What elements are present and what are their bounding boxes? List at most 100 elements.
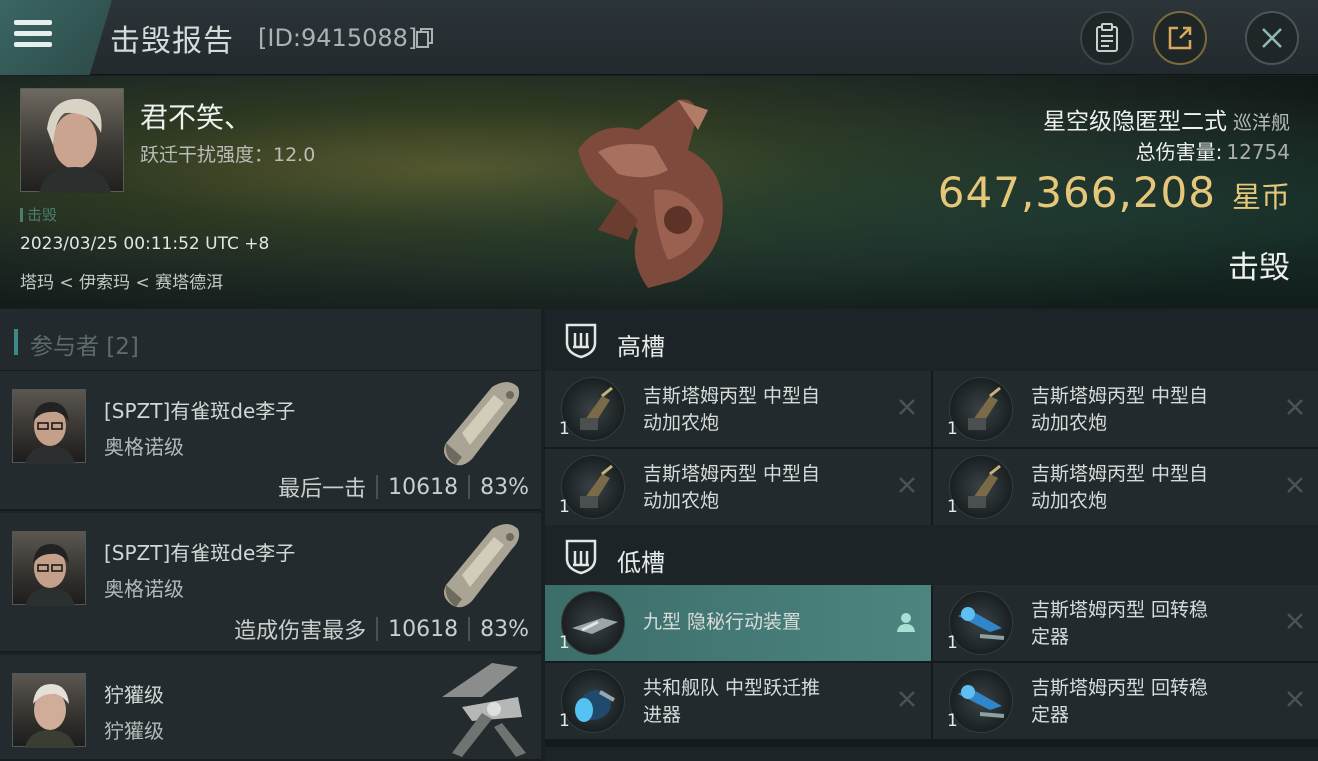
top-bar: 击毁报告 [ID:9415088] [0, 0, 1318, 75]
portrait-icon [25, 684, 75, 748]
high-slot-label: 高槽 [617, 333, 665, 361]
remove-icon[interactable] [897, 475, 917, 495]
divider [468, 617, 471, 641]
module-item[interactable]: 1 吉斯塔姆丙型 回转稳 定器 [933, 585, 1318, 661]
gyrostabilizer-icon [949, 669, 1013, 733]
autocannon-icon [561, 455, 625, 519]
module-name: 吉斯塔姆丙型 中型自 动加农炮 [643, 461, 863, 515]
autocannon-icon [561, 377, 625, 441]
pilot-icon[interactable] [895, 611, 917, 633]
participant-ship-image [444, 382, 520, 466]
module-name-line: 吉斯塔姆丙型 中型自 [643, 385, 821, 407]
ship-class: 巡洋舰 [1232, 112, 1290, 134]
module-item[interactable]: 1 吉斯塔姆丙型 回转稳 定器 [933, 663, 1318, 739]
remove-icon[interactable] [1285, 397, 1305, 417]
report-id: [ID:9415088] [258, 24, 418, 52]
close-button[interactable] [1245, 11, 1299, 65]
clipboard-button[interactable] [1080, 11, 1134, 65]
ship-type-name: 星空级隐匿型二式 [1042, 109, 1227, 135]
participants-header: 参与者 [2] [0, 309, 541, 371]
module-item[interactable]: 1 吉斯塔姆丙型 中型自 动加农炮 [545, 371, 931, 447]
participant-stats: 造成伤害最多 10618 83% [234, 613, 529, 645]
participant-percent: 83% [480, 616, 529, 642]
portrait-icon [39, 98, 111, 193]
divider [376, 617, 379, 641]
clipboard-icon [1096, 23, 1118, 52]
module-name: 九型 隐秘行动装置 [643, 609, 863, 636]
remove-icon[interactable] [897, 397, 917, 417]
cloak-icon [561, 591, 625, 655]
kill-time: 2023/03/25 00:11:52 UTC +8 [20, 234, 270, 254]
participant-ship-image [442, 663, 526, 757]
module-name: 吉斯塔姆丙型 中型自 动加农炮 [1031, 383, 1251, 437]
participant-row[interactable]: [SPZT]有雀斑de李子 奥格诺级 最后一击 10618 83% [0, 371, 541, 511]
module-item-selected[interactable]: 1 九型 隐秘行动装置 [545, 585, 931, 661]
module-name-line: 定器 [1031, 626, 1070, 648]
module-qty: 1 [559, 711, 570, 731]
module-item[interactable]: 1 吉斯塔姆丙型 中型自 动加农炮 [933, 371, 1318, 447]
participant-avatar[interactable] [12, 389, 86, 464]
fitting-panel: 高槽 1 吉斯塔姆丙型 中型自 动加农炮 1 吉斯塔姆丙型 中型自 动加农炮 1 吉… [545, 309, 1318, 761]
module-item[interactable]: 1 吉斯塔姆丙型 中型自 动加农炮 [933, 449, 1318, 525]
share-icon [1168, 26, 1192, 50]
module-qty: 1 [947, 633, 958, 653]
victim-ship-name: 星空级隐匿型二式 巡洋舰 [1043, 102, 1290, 136]
module-qty: 1 [559, 419, 570, 439]
remove-icon[interactable] [1285, 475, 1305, 495]
share-button[interactable] [1153, 11, 1207, 65]
participant-ship-image [444, 524, 520, 608]
module-name-line: 吉斯塔姆丙型 中型自 [1031, 463, 1209, 485]
module-item[interactable]: 1 吉斯塔姆丙型 中型自 动加农炮 [545, 449, 931, 525]
kill-banner: 君不笑、 跃迁干扰强度：12.0 击毁 2023/03/25 00:11:52 … [0, 76, 1318, 308]
isk-value: 647,366,208 星币 [938, 168, 1290, 217]
afterburner-icon [561, 669, 625, 733]
module-name: 共和舰队 中型跃迁推 进器 [643, 675, 863, 729]
page-title: 击毁报告 [110, 24, 234, 59]
module-name-line: 定器 [1031, 704, 1070, 726]
shield-slot-icon [565, 323, 597, 359]
module-qty: 1 [559, 497, 570, 517]
participant-name: [SPZT]有雀斑de李子 [104, 399, 296, 423]
module-name-line: 动加农炮 [643, 490, 720, 512]
module-name: 吉斯塔姆丙型 中型自 动加农炮 [1031, 461, 1251, 515]
module-name-line: 吉斯塔姆丙型 回转稳 [1031, 599, 1209, 621]
module-name-line: 动加农炮 [643, 412, 720, 434]
participant-stats: 最后一击 10618 83% [278, 471, 529, 503]
isk-unit: 星币 [1231, 180, 1290, 214]
module-name: 吉斯塔姆丙型 中型自 动加农炮 [643, 383, 863, 437]
header-accent [14, 329, 18, 355]
module-name-line: 动加农炮 [1031, 412, 1108, 434]
participant-ship: 狞獾级 [104, 719, 164, 743]
portrait-icon [25, 544, 75, 606]
participant-avatar[interactable] [12, 673, 86, 748]
close-icon [1262, 28, 1282, 48]
remove-icon[interactable] [1285, 689, 1305, 709]
participant-row[interactable]: [SPZT]有雀斑de李子 奥格诺级 造成伤害最多 10618 83% [0, 513, 541, 653]
victim-avatar[interactable] [20, 88, 124, 193]
gyrostabilizer-icon [949, 591, 1013, 655]
low-slot-label: 低槽 [617, 549, 665, 577]
isk-value-number: 647,366,208 [937, 168, 1216, 217]
copy-icon[interactable] [416, 27, 434, 49]
participant-note: 造成伤害最多 [234, 619, 367, 644]
module-name-line: 吉斯塔姆丙型 回转稳 [1031, 677, 1209, 699]
module-name-line: 吉斯塔姆丙型 中型自 [643, 463, 821, 485]
module-name: 吉斯塔姆丙型 回转稳 定器 [1031, 675, 1251, 729]
module-item[interactable]: 1 共和舰队 中型跃迁推 进器 [545, 663, 931, 739]
remove-icon[interactable] [1285, 611, 1305, 631]
module-name-line: 共和舰队 中型跃迁推 [643, 677, 821, 699]
victim-ship-image [578, 99, 723, 288]
warp-scramble-stat: 跃迁干扰强度：12.0 [140, 144, 316, 166]
low-slot-header: 低槽 [545, 525, 1318, 587]
participant-name: 狞獾级 [104, 683, 164, 707]
module-qty: 1 [947, 419, 958, 439]
module-name-line: 吉斯塔姆丙型 中型自 [1031, 385, 1209, 407]
remove-icon[interactable] [897, 689, 917, 709]
next-slot-header-partial [545, 747, 1318, 761]
participant-damage: 10618 [388, 616, 459, 642]
participant-row[interactable]: 狞獾级 狞獾级 [0, 655, 541, 761]
module-qty: 1 [947, 497, 958, 517]
module-name-line: 九型 隐秘行动装置 [643, 611, 802, 633]
participant-avatar[interactable] [12, 531, 86, 606]
menu-button[interactable] [0, 0, 112, 75]
